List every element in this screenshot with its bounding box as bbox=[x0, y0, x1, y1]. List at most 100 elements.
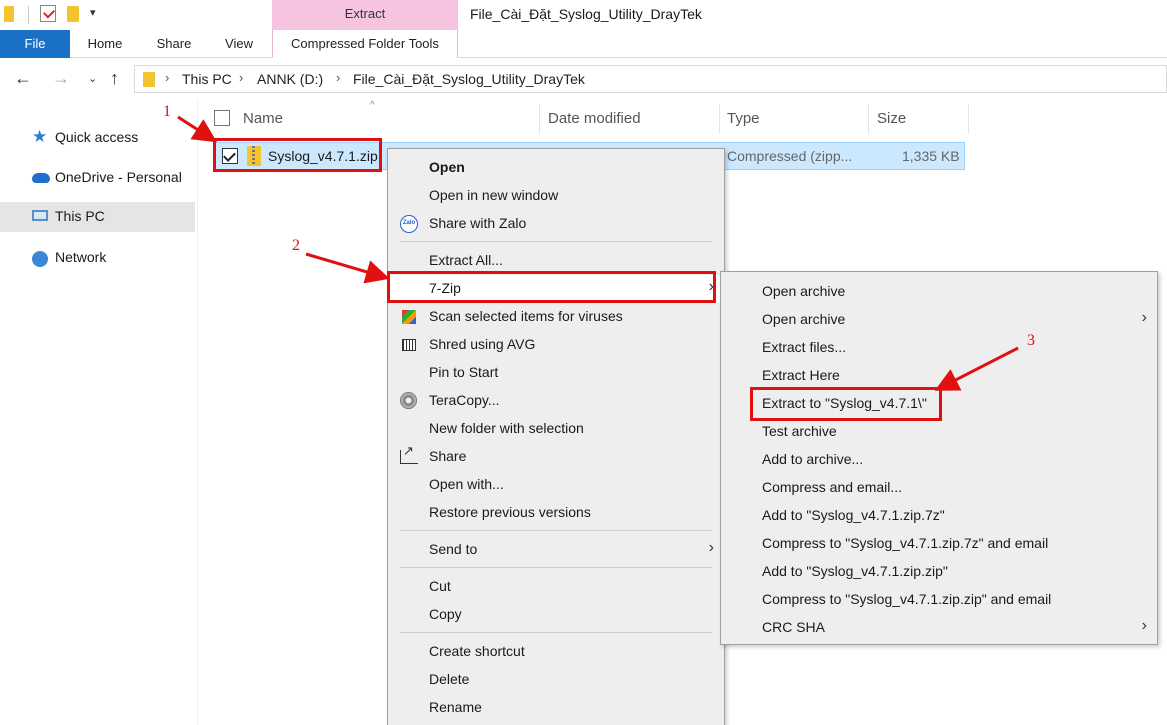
menu-item-label: Copy bbox=[429, 606, 462, 622]
menu-item-rename[interactable]: Rename bbox=[388, 694, 724, 722]
submenu-item-add-7z[interactable]: Add to "Syslog_v4.7.1.zip.7z" bbox=[721, 502, 1157, 530]
menu-item-restore-versions[interactable]: Restore previous versions bbox=[388, 499, 724, 527]
submenu-item-crc-sha[interactable]: CRC SHA › bbox=[721, 614, 1157, 642]
submenu-item-extract-here[interactable]: Extract Here bbox=[721, 362, 1157, 390]
submenu-chevron-right-icon: › bbox=[1141, 617, 1147, 634]
menu-item-label: New folder with selection bbox=[429, 420, 584, 436]
breadcrumb-drive[interactable]: ANNK (D:) bbox=[257, 71, 323, 87]
teracopy-icon bbox=[400, 392, 417, 409]
nav-item-quick-access[interactable]: ★ Quick access bbox=[0, 123, 195, 153]
menu-item-label: Delete bbox=[429, 671, 470, 687]
menu-item-label: Pin to Start bbox=[429, 364, 499, 380]
menu-item-label: Share with Zalo bbox=[429, 215, 527, 231]
menu-item-pin-start[interactable]: Pin to Start bbox=[388, 359, 724, 387]
select-all-checkbox[interactable] bbox=[214, 110, 230, 126]
breadcrumb-this-pc[interactable]: This PC bbox=[182, 71, 232, 87]
recent-locations-chevron-icon[interactable]: ⌄ bbox=[88, 72, 97, 85]
nav-item-network[interactable]: Network bbox=[0, 243, 195, 273]
properties-icon[interactable] bbox=[40, 5, 56, 22]
file-type: Compressed (zipp... bbox=[727, 148, 853, 164]
menu-item-new-folder-selection[interactable]: New folder with selection bbox=[388, 415, 724, 443]
menu-item-open-new-window[interactable]: Open in new window bbox=[388, 182, 724, 210]
submenu-item-add-zip[interactable]: Add to "Syslog_v4.7.1.zip.zip" bbox=[721, 558, 1157, 586]
back-arrow-icon[interactable]: ← bbox=[14, 68, 32, 89]
share-icon bbox=[400, 443, 418, 464]
column-divider[interactable] bbox=[968, 104, 969, 134]
menu-item-cut[interactable]: Cut bbox=[388, 573, 724, 601]
breadcrumb-chevron-icon[interactable]: › bbox=[239, 70, 243, 85]
menu-item-label: Extract Here bbox=[762, 367, 840, 383]
menu-item-label: Rename bbox=[429, 699, 482, 715]
address-bar[interactable]: › This PC › ANNK (D:) › File_Cài_Đặt_Sys… bbox=[134, 65, 1167, 93]
forward-arrow-icon[interactable]: → bbox=[52, 68, 70, 89]
menu-item-label: Test archive bbox=[762, 423, 837, 439]
menu-divider bbox=[400, 567, 712, 568]
menu-item-label: Compress to "Syslog_v4.7.1.zip.zip" and … bbox=[762, 591, 1052, 607]
menu-item-label: Open bbox=[429, 159, 465, 175]
up-arrow-icon[interactable]: ↑ bbox=[110, 68, 119, 89]
column-header-size[interactable]: Size bbox=[877, 110, 906, 127]
menu-item-label: CRC SHA bbox=[762, 619, 826, 635]
annotation-number-1: 1 bbox=[163, 103, 171, 120]
menu-item-share[interactable]: Share bbox=[388, 443, 724, 471]
7zip-submenu: Open archive Open archive › Extract file… bbox=[720, 271, 1158, 645]
menu-item-label: Open in new window bbox=[429, 187, 559, 203]
title-bar: ▾ Extract File_Cài_Đặt_Syslog_Utility_Dr… bbox=[0, 0, 1167, 30]
menu-item-create-shortcut[interactable]: Create shortcut bbox=[388, 638, 724, 666]
annotation-arrow-2 bbox=[305, 252, 390, 284]
menu-item-scan-viruses[interactable]: Scan selected items for viruses bbox=[388, 303, 724, 331]
ribbon-tabs: File Home Share View Compressed Folder T… bbox=[0, 30, 1167, 58]
submenu-item-add-to-archive[interactable]: Add to archive... bbox=[721, 446, 1157, 474]
annotation-number-2: 2 bbox=[292, 237, 300, 254]
menu-divider bbox=[400, 241, 712, 242]
column-header-type[interactable]: Type bbox=[727, 110, 760, 127]
new-folder-icon[interactable] bbox=[67, 6, 79, 22]
navigation-pane: ★ Quick access OneDrive - Personal This … bbox=[0, 100, 198, 725]
menu-item-label: Add to "Syslog_v4.7.1.zip.7z" bbox=[762, 507, 945, 523]
menu-item-send-to[interactable]: Send to › bbox=[388, 536, 724, 564]
nav-item-onedrive[interactable]: OneDrive - Personal bbox=[0, 163, 195, 193]
menu-item-label: Create shortcut bbox=[429, 643, 525, 659]
tab-file[interactable]: File bbox=[0, 30, 70, 58]
shredder-icon bbox=[402, 339, 416, 351]
menu-item-copy[interactable]: Copy bbox=[388, 601, 724, 629]
annotation-box-step3 bbox=[750, 387, 942, 421]
tab-share[interactable]: Share bbox=[146, 30, 202, 58]
column-divider[interactable] bbox=[539, 104, 540, 134]
menu-item-teracopy[interactable]: TeraCopy... bbox=[388, 387, 724, 415]
computer-icon bbox=[32, 210, 48, 221]
menu-divider bbox=[400, 632, 712, 633]
menu-item-open[interactable]: Open bbox=[388, 154, 724, 182]
qat-dropdown-icon[interactable]: ▾ bbox=[90, 6, 96, 19]
menu-item-open-with[interactable]: Open with... bbox=[388, 471, 724, 499]
column-headers: ^ Name Date modified Type Size bbox=[198, 100, 1167, 136]
zalo-icon: Zalo bbox=[400, 215, 418, 233]
submenu-item-compress-7z-email[interactable]: Compress to "Syslog_v4.7.1.zip.7z" and e… bbox=[721, 530, 1157, 558]
column-header-name[interactable]: Name bbox=[243, 110, 283, 127]
tab-view[interactable]: View bbox=[214, 30, 264, 58]
window-title: File_Cài_Đặt_Syslog_Utility_DrayTek bbox=[470, 6, 702, 22]
nav-item-label: Quick access bbox=[55, 129, 139, 145]
submenu-chevron-right-icon: › bbox=[1141, 309, 1147, 326]
submenu-item-open-archive[interactable]: Open archive bbox=[721, 278, 1157, 306]
menu-item-label: Restore previous versions bbox=[429, 504, 591, 520]
menu-item-shred-avg[interactable]: Shred using AVG bbox=[388, 331, 724, 359]
submenu-item-extract-files[interactable]: Extract files... bbox=[721, 334, 1157, 362]
tab-compressed-folder-tools[interactable]: Compressed Folder Tools bbox=[272, 30, 458, 58]
breadcrumb-chevron-icon[interactable]: › bbox=[165, 70, 169, 85]
menu-item-delete[interactable]: Delete bbox=[388, 666, 724, 694]
nav-item-this-pc[interactable]: This PC bbox=[0, 202, 195, 232]
column-divider[interactable] bbox=[868, 104, 869, 134]
submenu-item-open-archive-more[interactable]: Open archive › bbox=[721, 306, 1157, 334]
column-divider[interactable] bbox=[719, 104, 720, 134]
menu-item-share-zalo[interactable]: Zalo Share with Zalo bbox=[388, 210, 724, 238]
nav-item-label: Network bbox=[55, 249, 107, 265]
submenu-item-compress-email[interactable]: Compress and email... bbox=[721, 474, 1157, 502]
menu-item-label: Shred using AVG bbox=[429, 336, 536, 352]
breadcrumb-chevron-icon[interactable]: › bbox=[336, 70, 340, 85]
breadcrumb-folder[interactable]: File_Cài_Đặt_Syslog_Utility_DrayTek bbox=[353, 71, 585, 87]
tab-home[interactable]: Home bbox=[74, 30, 136, 58]
column-header-date-modified[interactable]: Date modified bbox=[548, 110, 641, 127]
submenu-item-compress-zip-email[interactable]: Compress to "Syslog_v4.7.1.zip.zip" and … bbox=[721, 586, 1157, 614]
submenu-item-test-archive[interactable]: Test archive bbox=[721, 418, 1157, 446]
